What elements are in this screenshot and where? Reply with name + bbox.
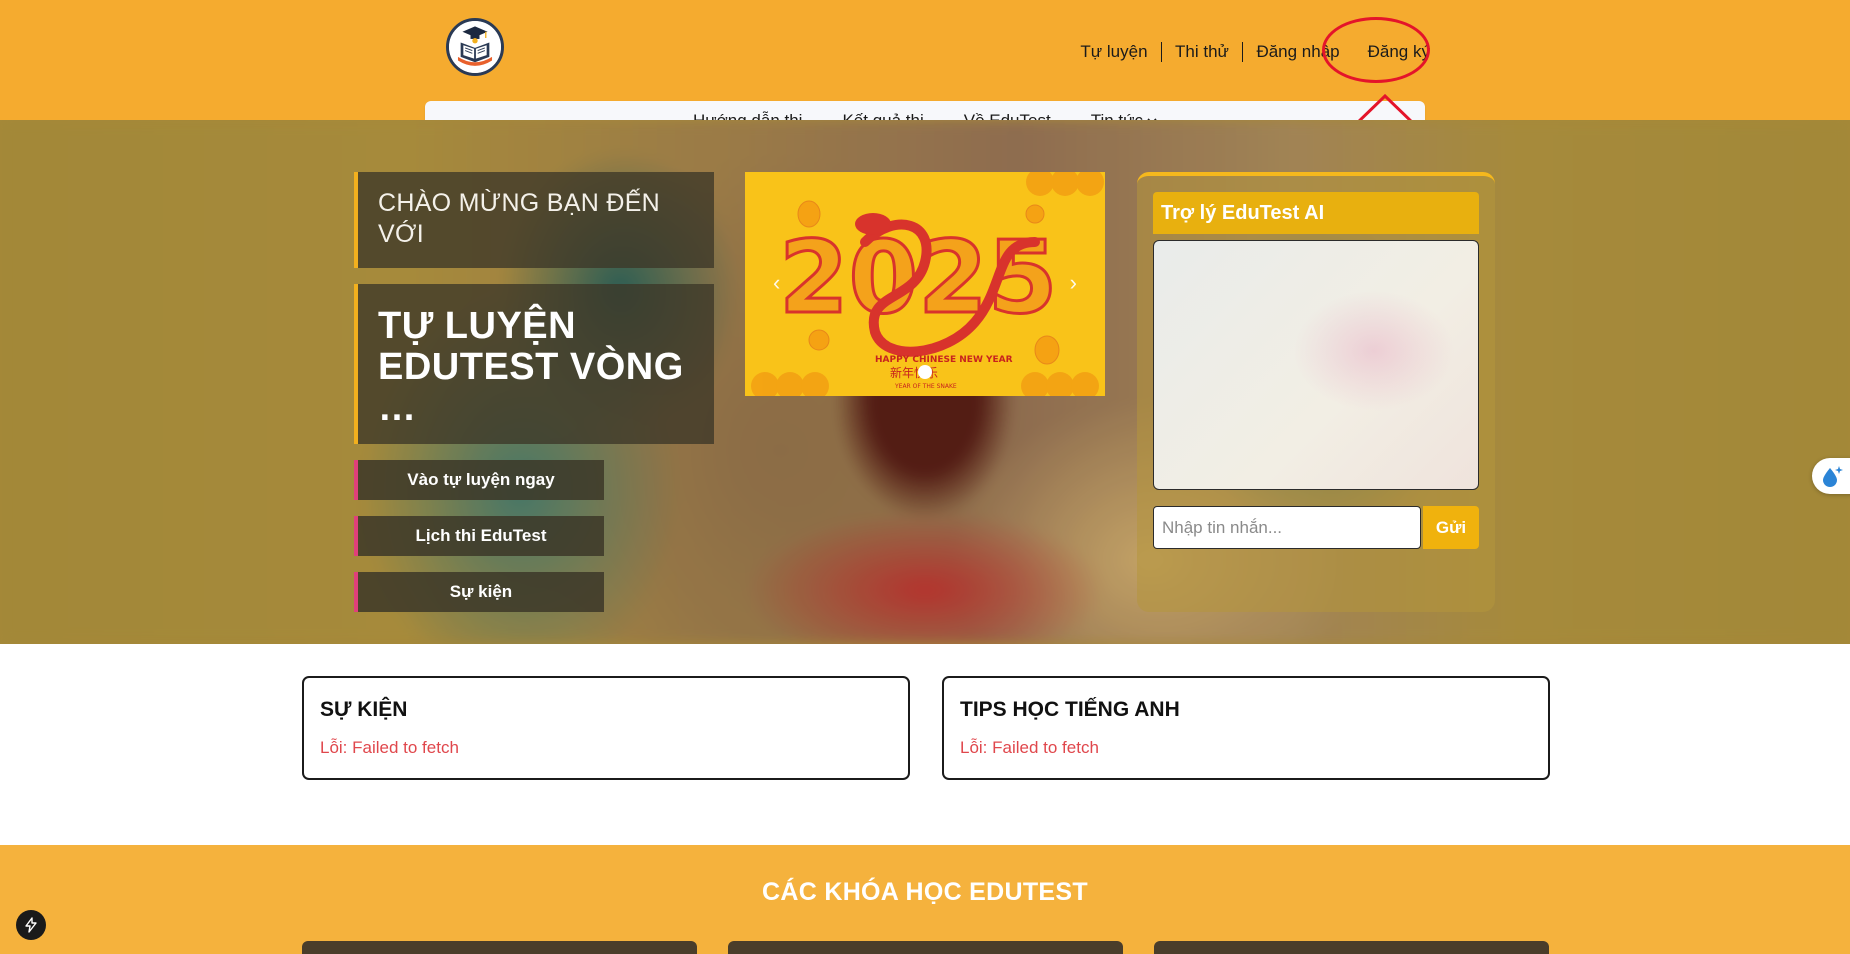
courses-section: CÁC KHÓA HỌC EDUTEST [0,845,1850,954]
course-card[interactable] [302,941,697,954]
english-tips-card-error: Lỗi: Failed to fetch [960,738,1099,757]
nav-tu-luyen[interactable]: Tự luyện [1080,40,1147,64]
hero-headline: TỰ LUYỆN EDUTEST VÒNG … [354,284,714,444]
course-card[interactable] [728,941,1123,954]
events-card: SỰ KIỆN Lỗi: Failed to fetch [302,676,910,780]
nav-register[interactable]: Đăng ký [1368,40,1430,64]
events-card-error: Lỗi: Failed to fetch [320,738,459,757]
events-card-title: SỰ KIỆN [320,698,408,721]
courses-title: CÁC KHÓA HỌC EDUTEST [762,878,1088,906]
chat-message-input[interactable] [1153,506,1421,549]
exam-schedule-button[interactable]: Lịch thi EduTest [354,516,604,556]
events-button[interactable]: Sự kiện [354,572,604,612]
course-card[interactable] [1154,941,1549,954]
svg-text:HAPPY CHINESE NEW YEAR: HAPPY CHINESE NEW YEAR [875,355,1013,365]
nav-thi-thu[interactable]: Thi thử [1175,40,1229,64]
lightning-bolt-icon[interactable] [16,910,46,940]
english-tips-card: TIPS HỌC TIẾNG ANH Lỗi: Failed to fetch [942,676,1550,780]
start-practice-button[interactable]: Vào tự luyện ngay [354,460,604,500]
welcome-text: CHÀO MỪNG BẠN ĐẾN VỚI [354,172,714,268]
chat-messages-area[interactable] [1153,240,1479,490]
ai-assistant-title: Trợ lý EduTest AI [1153,192,1479,234]
banner-carousel[interactable]: 2025 HAPPY CHINESE NEW YEAR 新年快乐 YEAR OF… [745,172,1105,396]
carousel-prev-icon[interactable]: ‹ [773,272,780,294]
top-nav: Tự luyện Thi thử Đăng nhập Đăng ký [1080,40,1430,64]
nav-divider [1241,42,1244,62]
chat-send-button[interactable]: Gửi [1423,506,1479,549]
logo-icon[interactable] [446,18,504,76]
nav-login[interactable]: Đăng nhập [1256,40,1339,64]
new-year-banner-image: 2025 HAPPY CHINESE NEW YEAR 新年快乐 YEAR OF… [745,172,1105,396]
english-tips-card-title: TIPS HỌC TIẾNG ANH [960,698,1180,721]
nav-divider [1160,42,1163,62]
ai-assistant-panel: Trợ lý EduTest AI Gửi [1137,172,1495,612]
sparkle-drop-icon[interactable] [1812,458,1850,494]
svg-text:YEAR OF THE SNAKE: YEAR OF THE SNAKE [894,383,957,390]
carousel-next-icon[interactable]: › [1070,272,1077,294]
